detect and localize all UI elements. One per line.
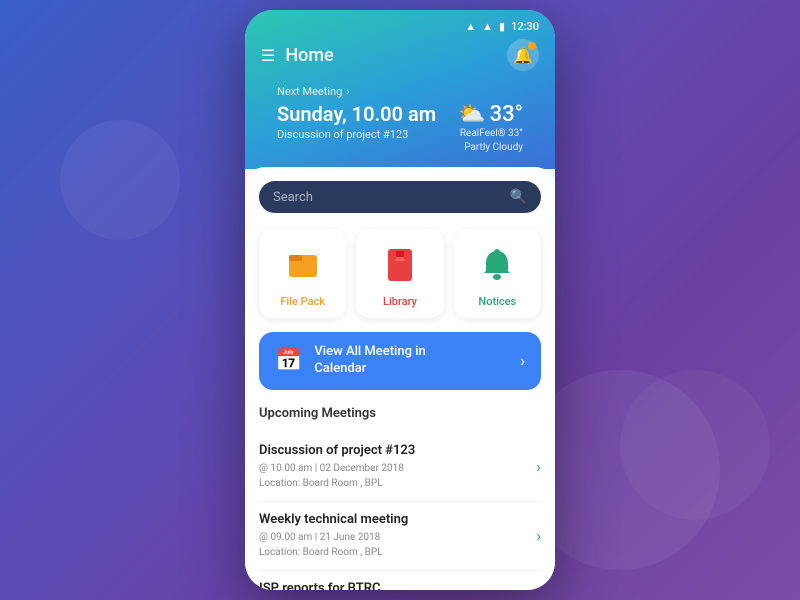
wifi-icon: ▲ [465, 20, 476, 33]
bell-icon: 🔔 [513, 46, 533, 65]
next-meeting-label: Next Meeting › [277, 85, 523, 98]
meeting-item-0-time: @ 10.00 am | 02 December 2018 [259, 461, 526, 476]
meeting-item-1-arrow: › [536, 526, 541, 545]
meeting-item-2[interactable]: ISP reports for BTRC › [259, 571, 541, 590]
nav-left: ☰ Home [261, 45, 334, 66]
phone-frame: ▲ ▲ ▮ 12:30 ☰ Home 🔔 Next Meeting › Sund… [245, 10, 555, 590]
signal-icon: ▲ [482, 20, 493, 33]
meeting-item-0-content: Discussion of project #123 @ 10.00 am | … [259, 443, 526, 491]
notification-bell[interactable]: 🔔 [507, 39, 539, 71]
meeting-item-2-content: ISP reports for BTRC [259, 581, 526, 590]
meeting-description: Discussion of project #123 [277, 128, 436, 141]
meeting-row: Sunday, 10.00 am Discussion of project #… [277, 102, 523, 155]
calendar-button[interactable]: 📅 View All Meeting in Calendar › [259, 332, 541, 390]
notices-label: Notices [478, 295, 516, 308]
weather-description: RealFeel® 33° Partly Cloudy [458, 127, 523, 155]
meeting-item-0-arrow: › [536, 457, 541, 476]
search-bar[interactable]: Search 🔍 [259, 181, 541, 213]
calendar-icon: 📅 [275, 348, 302, 373]
quick-actions: File Pack Library [259, 229, 541, 318]
battery-icon: ▮ [499, 20, 505, 33]
header: ▲ ▲ ▮ 12:30 ☰ Home 🔔 Next Meeting › Sund… [245, 10, 555, 169]
meeting-item-1-time: @ 09.00 am | 21 June 2018 [259, 530, 526, 545]
hamburger-icon[interactable]: ☰ [261, 46, 275, 65]
status-bar: ▲ ▲ ▮ 12:30 [261, 20, 539, 33]
meeting-section: Next Meeting › Sunday, 10.00 am Discussi… [261, 85, 539, 169]
meeting-item-1-title: Weekly technical meeting [259, 512, 526, 527]
calendar-button-text: View All Meeting in Calendar [314, 344, 508, 378]
nav-bar: ☰ Home 🔔 [261, 39, 539, 71]
page-title: Home [285, 45, 333, 66]
meeting-item-0-title: Discussion of project #123 [259, 443, 526, 458]
action-card-notices[interactable]: Notices [454, 229, 541, 318]
meeting-item-2-arrow: › [536, 581, 541, 590]
meeting-item-1[interactable]: Weekly technical meeting @ 09.00 am | 21… [259, 502, 541, 571]
action-card-file-pack[interactable]: File Pack [259, 229, 346, 318]
meeting-item-2-title: ISP reports for BTRC [259, 581, 526, 590]
next-meeting-chevron: › [346, 85, 349, 98]
file-pack-icon [281, 243, 325, 287]
upcoming-meetings-title: Upcoming Meetings [259, 406, 541, 421]
meeting-item-0-location: Location: Board Room , BPL [259, 476, 526, 491]
weather-temperature: 33° [490, 102, 523, 127]
weather-icon: ⛅ [458, 102, 485, 127]
weather-box: ⛅ 33° RealFeel® 33° Partly Cloudy [458, 102, 523, 155]
meeting-time: Sunday, 10.00 am [277, 102, 436, 126]
action-card-library[interactable]: Library [356, 229, 443, 318]
meeting-item-0[interactable]: Discussion of project #123 @ 10.00 am | … [259, 433, 541, 502]
meeting-info: Sunday, 10.00 am Discussion of project #… [277, 102, 436, 141]
library-label: Library [383, 295, 417, 308]
status-time: 12:30 [511, 20, 539, 33]
meeting-item-1-location: Location: Board Room , BPL [259, 545, 526, 560]
calendar-arrow-icon: › [520, 351, 525, 370]
meeting-item-1-content: Weekly technical meeting @ 09.00 am | 21… [259, 512, 526, 560]
notices-icon [475, 243, 519, 287]
search-icon: 🔍 [510, 189, 527, 205]
weather-top: ⛅ 33° [458, 102, 523, 127]
card-body: Search 🔍 File Pack [245, 167, 555, 590]
library-icon [378, 243, 422, 287]
search-placeholder: Search [273, 190, 510, 205]
file-pack-label: File Pack [280, 295, 325, 308]
